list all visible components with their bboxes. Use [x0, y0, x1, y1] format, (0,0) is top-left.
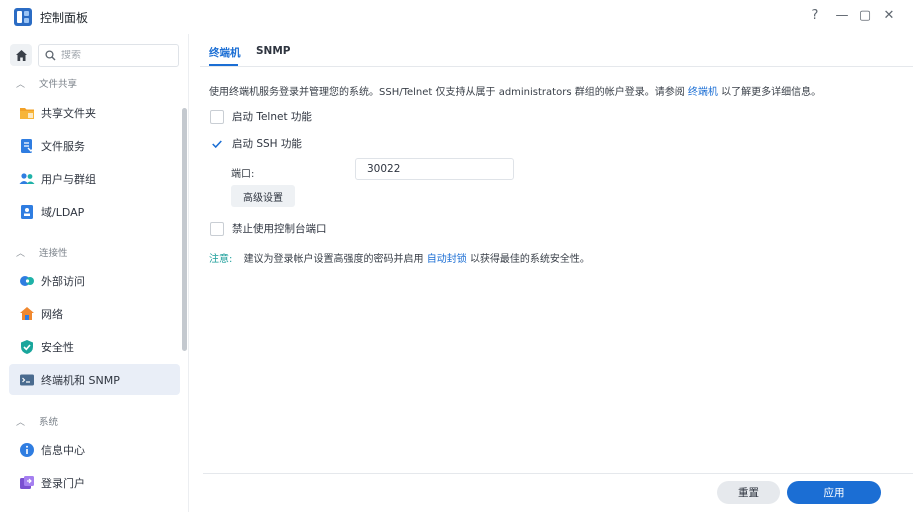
terminal-help-link[interactable]: 终端机	[688, 87, 718, 98]
sidebar-item-domain-ldap[interactable]: 域/LDAP	[9, 196, 180, 227]
sidebar-item-label: 网络	[41, 307, 63, 321]
section-system[interactable]: ︿ 系统	[16, 414, 58, 428]
note-label: 注意:	[209, 254, 233, 265]
control-panel-window: 控制面板 ? — ▢ ✕ ︿ 文件共享	[0, 0, 913, 512]
disable-console-checkbox[interactable]	[210, 221, 224, 236]
chevron-up-icon: ︿	[16, 79, 26, 90]
sidebar-item-label: 信息中心	[41, 443, 85, 457]
reset-button[interactable]: 重置	[717, 481, 780, 504]
help-button[interactable]: ?	[806, 6, 824, 26]
advanced-settings-button[interactable]: 高级设置	[231, 185, 295, 207]
external-access-icon	[19, 273, 35, 289]
disable-console-option[interactable]: 禁止使用控制台端口	[210, 221, 327, 236]
home-button[interactable]	[10, 44, 32, 66]
security-note: 注意: 建议为登录帐户设置高强度的密码并启用 自动封锁 以获得最佳的系统安全性。	[209, 250, 590, 265]
tab-snmp[interactable]: SNMP	[256, 45, 291, 57]
login-portal-icon	[19, 475, 35, 491]
window-title: 控制面板	[40, 11, 89, 25]
domain-ldap-icon	[19, 204, 35, 220]
enable-telnet-option[interactable]: 启动 Telnet 功能	[210, 109, 312, 124]
search-box[interactable]	[38, 44, 179, 67]
minimize-button[interactable]: —	[833, 6, 851, 26]
apply-button[interactable]: 应用	[787, 481, 881, 504]
sidebar-item-shared-folder[interactable]: 共享文件夹	[9, 97, 180, 128]
auto-block-link[interactable]: 自动封锁	[427, 254, 467, 265]
section-label: 连接性	[39, 248, 68, 259]
enable-ssh-checkbox[interactable]	[210, 136, 224, 151]
sidebar-scrollbar[interactable]	[182, 108, 187, 351]
tab-terminal[interactable]: 终端机	[209, 45, 241, 60]
sidebar-item-label: 用户与群组	[41, 172, 96, 186]
sidebar-item-file-services[interactable]: 文件服务	[9, 130, 180, 161]
search-icon	[45, 50, 56, 61]
maximize-button[interactable]: ▢	[856, 6, 874, 26]
sidebar-item-network[interactable]: 网络	[9, 298, 180, 329]
section-label: 系统	[39, 417, 59, 428]
description-text: 使用终端机服务登录并管理您的系统。SSH/Telnet 仅支持从属于 admin…	[209, 87, 685, 98]
security-icon	[19, 339, 35, 355]
sidebar-item-label: 登录门户	[41, 476, 85, 490]
checkmark-icon	[212, 139, 222, 148]
search-input[interactable]	[61, 50, 161, 61]
control-panel-icon	[14, 8, 32, 26]
enable-telnet-label: 启动 Telnet 功能	[232, 111, 312, 123]
chevron-up-icon: ︿	[16, 248, 26, 259]
section-label: 文件共享	[39, 79, 78, 90]
terminal-description: 使用终端机服务登录并管理您的系统。SSH/Telnet 仅支持从属于 admin…	[209, 83, 821, 98]
sidebar-item-terminal-snmp[interactable]: 终端机和 SNMP	[9, 364, 180, 395]
disable-console-label: 禁止使用控制台端口	[232, 223, 327, 235]
sidebar-item-label: 安全性	[41, 340, 74, 354]
enable-telnet-checkbox[interactable]	[210, 109, 224, 124]
sidebar-item-security[interactable]: 安全性	[9, 331, 180, 362]
tabs-divider	[200, 66, 913, 67]
port-label: 端口:	[231, 169, 255, 180]
main-panel: 终端机 SNMP 使用终端机服务登录并管理您的系统。SSH/Telnet 仅支持…	[200, 34, 913, 512]
port-input[interactable]	[355, 158, 514, 180]
sidebar-item-label: 终端机和 SNMP	[41, 373, 120, 387]
sidebar-divider	[188, 34, 189, 512]
description-suffix: 以了解更多详细信息。	[721, 87, 822, 98]
chevron-up-icon: ︿	[16, 417, 26, 428]
title-bar: 控制面板 ? — ▢ ✕	[0, 0, 913, 34]
sidebar-item-label: 外部访问	[41, 274, 85, 288]
sidebar-item-login-portal[interactable]: 登录门户	[9, 467, 180, 498]
file-services-icon	[19, 138, 35, 154]
network-icon	[19, 306, 35, 322]
sidebar-item-label: 文件服务	[41, 139, 85, 153]
note-suffix: 以获得最佳的系统安全性。	[469, 254, 590, 265]
sidebar-item-external-access[interactable]: 外部访问	[9, 265, 180, 296]
close-button[interactable]: ✕	[880, 6, 898, 26]
sidebar-item-label: 域/LDAP	[41, 205, 85, 219]
enable-ssh-label: 启动 SSH 功能	[232, 138, 302, 150]
sidebar-item-users-groups[interactable]: 用户与群组	[9, 163, 180, 194]
sidebar: ︿ 文件共享 共享文件夹 文件服务	[0, 34, 200, 512]
note-text: 建议为登录帐户设置高强度的密码并启用	[243, 254, 424, 265]
terminal-snmp-icon	[19, 372, 35, 388]
enable-ssh-option[interactable]: 启动 SSH 功能	[210, 136, 302, 151]
info-center-icon	[19, 442, 35, 458]
home-icon	[15, 49, 27, 61]
section-file-sharing[interactable]: ︿ 文件共享	[16, 76, 77, 90]
shared-folder-icon	[19, 105, 35, 121]
tab-bar: 终端机 SNMP	[200, 34, 913, 66]
sidebar-item-label: 共享文件夹	[41, 106, 96, 120]
section-connectivity[interactable]: ︿ 连接性	[16, 245, 68, 259]
users-groups-icon	[19, 171, 35, 187]
footer-divider	[203, 473, 913, 474]
sidebar-item-info-center[interactable]: 信息中心	[9, 434, 180, 465]
